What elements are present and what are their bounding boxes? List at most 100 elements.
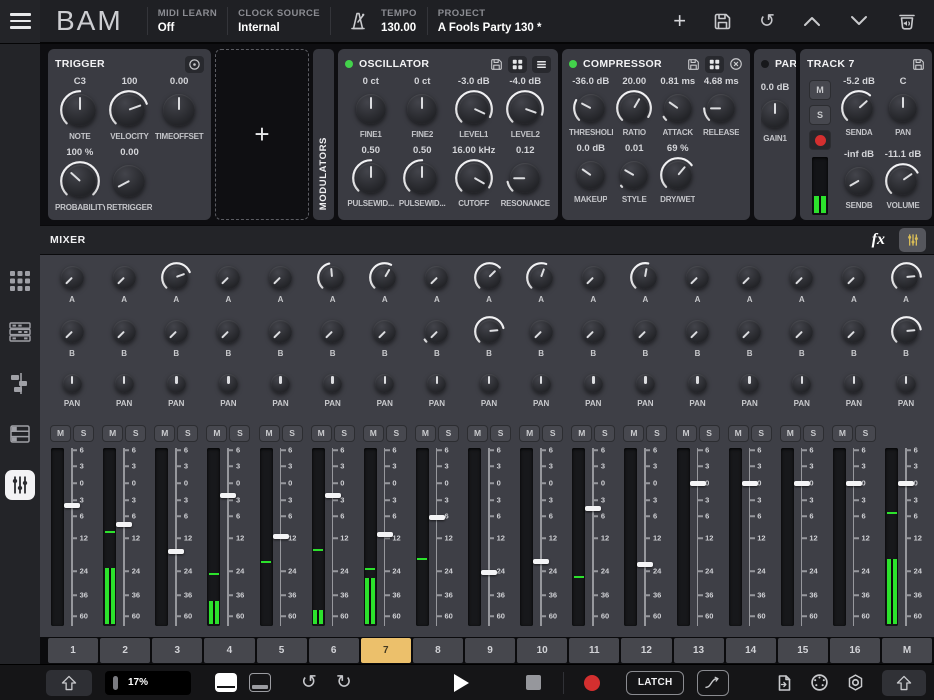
fader-handle[interactable] bbox=[481, 570, 497, 575]
grid-view-icon[interactable] bbox=[705, 56, 724, 73]
send-a-knob[interactable] bbox=[785, 261, 818, 294]
release-knob[interactable] bbox=[702, 89, 740, 127]
keyboard-panel-icon[interactable] bbox=[215, 673, 237, 692]
send-a-knob[interactable] bbox=[212, 261, 245, 294]
solo-button[interactable]: S bbox=[282, 425, 303, 442]
track-select-16[interactable]: 16 bbox=[830, 638, 880, 663]
mute-button[interactable]: M bbox=[676, 425, 697, 442]
pads-view-icon[interactable] bbox=[5, 266, 35, 296]
mute-button[interactable]: M bbox=[50, 425, 71, 442]
export-audio-icon[interactable] bbox=[896, 10, 918, 32]
send-a-knob[interactable] bbox=[525, 261, 558, 294]
menu-list-icon[interactable] bbox=[532, 56, 551, 73]
mute-button[interactable]: M bbox=[623, 425, 644, 442]
solo-button[interactable]: S bbox=[125, 425, 146, 442]
add-device-button[interactable]: + bbox=[215, 49, 309, 220]
fader-handle[interactable] bbox=[273, 534, 289, 539]
note-knob[interactable] bbox=[59, 89, 101, 131]
metronome-icon[interactable] bbox=[347, 10, 369, 32]
mute-button[interactable]: M bbox=[154, 425, 175, 442]
track-record-button[interactable] bbox=[809, 130, 831, 150]
senda-knob[interactable] bbox=[840, 89, 878, 127]
pan-knob[interactable] bbox=[475, 369, 504, 398]
send-a-knob[interactable] bbox=[733, 261, 766, 294]
fader-handle[interactable] bbox=[794, 481, 810, 486]
send-b-knob[interactable] bbox=[56, 315, 89, 348]
shift-left-button[interactable] bbox=[46, 670, 92, 696]
track-select-5[interactable]: 5 bbox=[257, 638, 307, 663]
track-mute-button[interactable]: M bbox=[809, 80, 831, 100]
velocity-knob[interactable] bbox=[108, 89, 150, 131]
record-button[interactable] bbox=[584, 675, 600, 691]
track-select-15[interactable]: 15 bbox=[778, 638, 828, 663]
send-b-knob[interactable] bbox=[473, 315, 506, 348]
midi-learn-control[interactable]: MIDI LEARN Off bbox=[158, 8, 217, 34]
fader-handle[interactable] bbox=[533, 559, 549, 564]
track-select-4[interactable]: 4 bbox=[204, 638, 254, 663]
mute-button[interactable]: M bbox=[832, 425, 853, 442]
solo-button[interactable]: S bbox=[490, 425, 511, 442]
send-a-knob[interactable] bbox=[316, 261, 349, 294]
pulsewid-knob[interactable] bbox=[351, 158, 391, 198]
solo-button[interactable]: S bbox=[73, 425, 94, 442]
track-select-M[interactable]: M bbox=[882, 638, 932, 663]
send-b-knob[interactable] bbox=[212, 315, 245, 348]
chevron-up-icon[interactable] bbox=[802, 14, 822, 28]
track-select-13[interactable]: 13 bbox=[674, 638, 724, 663]
power-led[interactable] bbox=[569, 60, 577, 68]
fader-handle[interactable] bbox=[429, 515, 445, 520]
solo-button[interactable]: S bbox=[177, 425, 198, 442]
send-b-knob[interactable] bbox=[681, 315, 714, 348]
timeoffset-knob[interactable] bbox=[158, 89, 200, 131]
track-select-10[interactable]: 10 bbox=[517, 638, 567, 663]
send-b-knob[interactable] bbox=[316, 315, 349, 348]
send-a-knob[interactable] bbox=[56, 261, 89, 294]
style-knob[interactable] bbox=[615, 156, 653, 194]
pan-knob[interactable] bbox=[214, 369, 243, 398]
fader-handle[interactable] bbox=[585, 506, 601, 511]
send-b-knob[interactable] bbox=[629, 315, 662, 348]
fader-handle[interactable] bbox=[168, 549, 184, 554]
fine2-knob[interactable] bbox=[402, 89, 442, 129]
fader-handle[interactable] bbox=[220, 493, 236, 498]
pan-knob[interactable] bbox=[527, 369, 556, 398]
fader-handle[interactable] bbox=[325, 493, 341, 498]
send-a-knob[interactable] bbox=[473, 261, 506, 294]
latch-button[interactable]: LATCH bbox=[626, 671, 685, 695]
pan-knob[interactable] bbox=[370, 369, 399, 398]
automation-button[interactable] bbox=[697, 670, 729, 696]
pan-knob[interactable] bbox=[884, 89, 922, 127]
track-select-6[interactable]: 6 bbox=[309, 638, 359, 663]
pan-knob[interactable] bbox=[266, 369, 295, 398]
sendb-knob[interactable] bbox=[840, 162, 878, 200]
send-a-knob[interactable] bbox=[577, 261, 610, 294]
fader-handle[interactable] bbox=[116, 522, 132, 527]
mixer-view-icon[interactable] bbox=[5, 470, 35, 500]
pan-knob[interactable] bbox=[579, 369, 608, 398]
menu-icon[interactable] bbox=[0, 0, 40, 43]
stop-button[interactable] bbox=[526, 675, 541, 690]
midi-icon[interactable] bbox=[810, 673, 829, 692]
solo-button[interactable]: S bbox=[699, 425, 720, 442]
send-b-knob[interactable] bbox=[890, 315, 923, 348]
pan-knob[interactable] bbox=[110, 369, 139, 398]
level1-knob[interactable] bbox=[454, 89, 494, 129]
project-control[interactable]: PROJECT A Fools Party 130 * bbox=[438, 8, 542, 34]
track-select-1[interactable]: 1 bbox=[48, 638, 98, 663]
makeup-knob[interactable] bbox=[572, 156, 610, 194]
send-a-knob[interactable] bbox=[368, 261, 401, 294]
export-file-icon[interactable] bbox=[775, 674, 793, 692]
fine1-knob[interactable] bbox=[351, 89, 391, 129]
retrigger-knob[interactable] bbox=[108, 160, 150, 202]
track-select-8[interactable]: 8 bbox=[413, 638, 463, 663]
solo-button[interactable]: S bbox=[542, 425, 563, 442]
solo-button[interactable]: S bbox=[594, 425, 615, 442]
track-select-12[interactable]: 12 bbox=[621, 638, 671, 663]
mute-button[interactable]: M bbox=[780, 425, 801, 442]
mute-button[interactable]: M bbox=[259, 425, 280, 442]
add-icon[interactable]: + bbox=[673, 10, 686, 32]
mute-button[interactable]: M bbox=[519, 425, 540, 442]
mute-button[interactable]: M bbox=[102, 425, 123, 442]
mute-button[interactable]: M bbox=[311, 425, 332, 442]
redo-icon[interactable]: ↻ bbox=[336, 673, 352, 692]
